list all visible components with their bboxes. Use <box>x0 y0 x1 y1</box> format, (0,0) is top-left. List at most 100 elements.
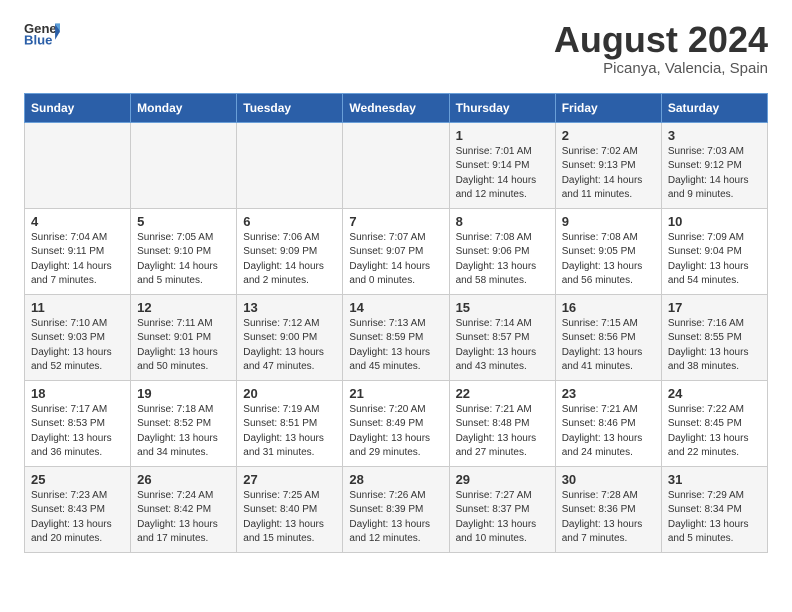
col-header-friday: Friday <box>555 93 661 122</box>
calendar-cell: 5 Sunrise: 7:05 AMSunset: 9:10 PMDaylight… <box>131 208 237 294</box>
header-row: SundayMondayTuesdayWednesdayThursdayFrid… <box>25 93 768 122</box>
calendar-cell: 24 Sunrise: 7:22 AMSunset: 8:45 PMDayligh… <box>661 380 767 466</box>
day-info: Sunrise: 7:16 AMSunset: 8:55 PMDaylight:… <box>668 317 761 375</box>
day-number: 18 <box>31 386 124 401</box>
day-info: Sunrise: 7:20 AMSunset: 8:49 PMDaylight:… <box>349 403 442 461</box>
day-info: Sunrise: 7:23 AMSunset: 8:43 PMDaylight:… <box>31 489 124 547</box>
day-number: 23 <box>562 386 655 401</box>
day-info: Sunrise: 7:11 AMSunset: 9:01 PMDaylight:… <box>137 317 230 375</box>
day-info: Sunrise: 7:12 AMSunset: 9:00 PMDaylight:… <box>243 317 336 375</box>
day-info: Sunrise: 7:26 AMSunset: 8:39 PMDaylight:… <box>349 489 442 547</box>
day-info: Sunrise: 7:02 AMSunset: 9:13 PMDaylight:… <box>562 145 655 203</box>
day-number: 20 <box>243 386 336 401</box>
day-info: Sunrise: 7:08 AMSunset: 9:05 PMDaylight:… <box>562 231 655 289</box>
calendar-week-3: 11 Sunrise: 7:10 AMSunset: 9:03 PMDayligh… <box>25 294 768 380</box>
calendar-cell <box>237 122 343 208</box>
day-number: 25 <box>31 472 124 487</box>
day-number: 24 <box>668 386 761 401</box>
day-info: Sunrise: 7:21 AMSunset: 8:46 PMDaylight:… <box>562 403 655 461</box>
calendar-cell: 29 Sunrise: 7:27 AMSunset: 8:37 PMDayligh… <box>449 466 555 552</box>
day-number: 31 <box>668 472 761 487</box>
logo: General Blue <box>24 20 60 48</box>
svg-text:Blue: Blue <box>24 33 52 48</box>
header: General Blue August 2024 Picanya, Valenc… <box>24 20 768 77</box>
day-info: Sunrise: 7:28 AMSunset: 8:36 PMDaylight:… <box>562 489 655 547</box>
calendar-week-5: 25 Sunrise: 7:23 AMSunset: 8:43 PMDayligh… <box>25 466 768 552</box>
calendar-cell: 9 Sunrise: 7:08 AMSunset: 9:05 PMDaylight… <box>555 208 661 294</box>
day-info: Sunrise: 7:19 AMSunset: 8:51 PMDaylight:… <box>243 403 336 461</box>
calendar-cell: 27 Sunrise: 7:25 AMSunset: 8:40 PMDayligh… <box>237 466 343 552</box>
calendar-cell: 20 Sunrise: 7:19 AMSunset: 8:51 PMDayligh… <box>237 380 343 466</box>
col-header-wednesday: Wednesday <box>343 93 449 122</box>
day-number: 26 <box>137 472 230 487</box>
calendar-cell: 13 Sunrise: 7:12 AMSunset: 9:00 PMDayligh… <box>237 294 343 380</box>
day-number: 13 <box>243 300 336 315</box>
calendar-cell <box>343 122 449 208</box>
day-number: 7 <box>349 214 442 229</box>
calendar-cell: 12 Sunrise: 7:11 AMSunset: 9:01 PMDayligh… <box>131 294 237 380</box>
calendar-cell: 11 Sunrise: 7:10 AMSunset: 9:03 PMDayligh… <box>25 294 131 380</box>
calendar-cell: 31 Sunrise: 7:29 AMSunset: 8:34 PMDayligh… <box>661 466 767 552</box>
col-header-tuesday: Tuesday <box>237 93 343 122</box>
day-info: Sunrise: 7:06 AMSunset: 9:09 PMDaylight:… <box>243 231 336 289</box>
calendar-cell: 10Sunrise: 7:09 AMSunset: 9:04 PMDayligh… <box>661 208 767 294</box>
day-number: 16 <box>562 300 655 315</box>
day-number: 9 <box>562 214 655 229</box>
day-info: Sunrise: 7:27 AMSunset: 8:37 PMDaylight:… <box>456 489 549 547</box>
day-info: Sunrise: 7:13 AMSunset: 8:59 PMDaylight:… <box>349 317 442 375</box>
day-info: Sunrise: 7:08 AMSunset: 9:06 PMDaylight:… <box>456 231 549 289</box>
page: General Blue August 2024 Picanya, Valenc… <box>0 0 792 573</box>
day-info: Sunrise: 7:17 AMSunset: 8:53 PMDaylight:… <box>31 403 124 461</box>
calendar-cell: 22 Sunrise: 7:21 AMSunset: 8:48 PMDayligh… <box>449 380 555 466</box>
day-info: Sunrise: 7:18 AMSunset: 8:52 PMDaylight:… <box>137 403 230 461</box>
day-number: 3 <box>668 128 761 143</box>
day-number: 15 <box>456 300 549 315</box>
day-number: 6 <box>243 214 336 229</box>
day-info: Sunrise: 7:15 AMSunset: 8:56 PMDaylight:… <box>562 317 655 375</box>
calendar-week-2: 4Sunrise: 7:04 AMSunset: 9:11 PMDaylight… <box>25 208 768 294</box>
calendar-cell: 8Sunrise: 7:08 AMSunset: 9:06 PMDaylight… <box>449 208 555 294</box>
calendar-week-4: 18 Sunrise: 7:17 AMSunset: 8:53 PMDayligh… <box>25 380 768 466</box>
day-number: 5 <box>137 214 230 229</box>
day-info: Sunrise: 7:03 AMSunset: 9:12 PMDaylight:… <box>668 145 761 203</box>
calendar-cell: 14 Sunrise: 7:13 AMSunset: 8:59 PMDayligh… <box>343 294 449 380</box>
day-info: Sunrise: 7:25 AMSunset: 8:40 PMDaylight:… <box>243 489 336 547</box>
calendar-cell <box>25 122 131 208</box>
day-info: Sunrise: 7:22 AMSunset: 8:45 PMDaylight:… <box>668 403 761 461</box>
day-number: 27 <box>243 472 336 487</box>
calendar-cell: 7Sunrise: 7:07 AMSunset: 9:07 PMDaylight… <box>343 208 449 294</box>
day-number: 10 <box>668 214 761 229</box>
calendar-week-1: 1Sunrise: 7:01 AMSunset: 9:14 PMDaylight… <box>25 122 768 208</box>
day-number: 30 <box>562 472 655 487</box>
day-number: 28 <box>349 472 442 487</box>
calendar-cell: 26 Sunrise: 7:24 AMSunset: 8:42 PMDayligh… <box>131 466 237 552</box>
calendar-cell: 25 Sunrise: 7:23 AMSunset: 8:43 PMDayligh… <box>25 466 131 552</box>
calendar-cell: 6 Sunrise: 7:06 AMSunset: 9:09 PMDaylight… <box>237 208 343 294</box>
day-number: 2 <box>562 128 655 143</box>
calendar-cell: 21 Sunrise: 7:20 AMSunset: 8:49 PMDayligh… <box>343 380 449 466</box>
day-info: Sunrise: 7:24 AMSunset: 8:42 PMDaylight:… <box>137 489 230 547</box>
day-number: 11 <box>31 300 124 315</box>
day-number: 14 <box>349 300 442 315</box>
day-number: 4 <box>31 214 124 229</box>
page-subtitle: Picanya, Valencia, Spain <box>554 60 768 77</box>
calendar-cell: 15Sunrise: 7:14 AMSunset: 8:57 PMDayligh… <box>449 294 555 380</box>
day-number: 1 <box>456 128 549 143</box>
calendar-cell: 19 Sunrise: 7:18 AMSunset: 8:52 PMDayligh… <box>131 380 237 466</box>
day-number: 22 <box>456 386 549 401</box>
calendar-cell: 17Sunrise: 7:16 AMSunset: 8:55 PMDayligh… <box>661 294 767 380</box>
day-number: 21 <box>349 386 442 401</box>
day-info: Sunrise: 7:21 AMSunset: 8:48 PMDaylight:… <box>456 403 549 461</box>
day-info: Sunrise: 7:10 AMSunset: 9:03 PMDaylight:… <box>31 317 124 375</box>
page-title: August 2024 <box>554 20 768 60</box>
col-header-monday: Monday <box>131 93 237 122</box>
day-number: 19 <box>137 386 230 401</box>
calendar-cell: 1Sunrise: 7:01 AMSunset: 9:14 PMDaylight… <box>449 122 555 208</box>
day-number: 29 <box>456 472 549 487</box>
day-info: Sunrise: 7:29 AMSunset: 8:34 PMDaylight:… <box>668 489 761 547</box>
col-header-sunday: Sunday <box>25 93 131 122</box>
day-info: Sunrise: 7:05 AMSunset: 9:10 PMDaylight:… <box>137 231 230 289</box>
calendar-cell: 2 Sunrise: 7:02 AMSunset: 9:13 PMDaylight… <box>555 122 661 208</box>
day-number: 12 <box>137 300 230 315</box>
calendar-cell: 23 Sunrise: 7:21 AMSunset: 8:46 PMDayligh… <box>555 380 661 466</box>
